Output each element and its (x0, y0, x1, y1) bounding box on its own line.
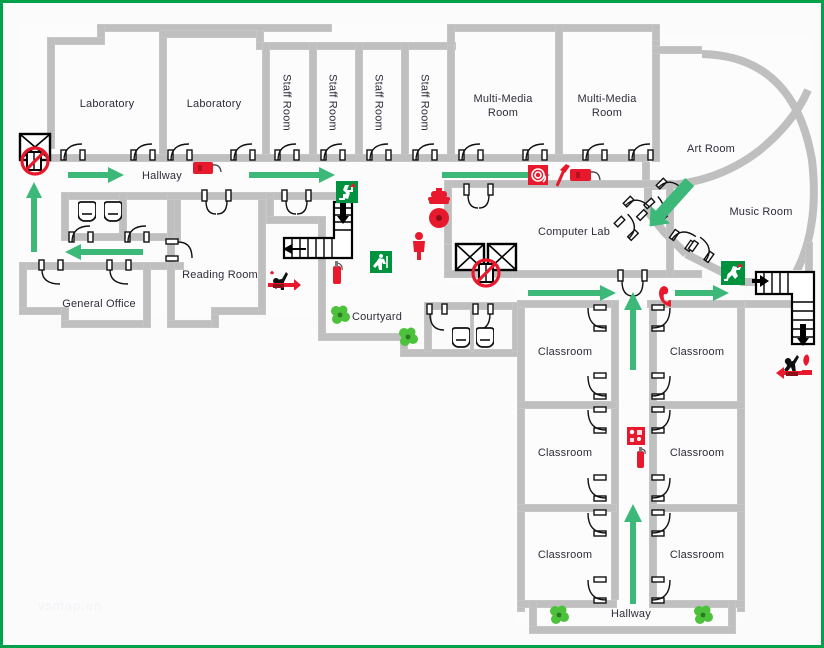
wall-staff-div-1 (262, 42, 270, 162)
evac-arrow-classroom-hall-up-1 (624, 292, 642, 370)
evac-arrow-south-hall-right-2 (675, 285, 729, 301)
wall-readingroom-right (258, 192, 266, 315)
room-label-hallway-north: Hallway (142, 170, 182, 182)
exit-sign-running-icon (370, 251, 392, 273)
emergency-telephone-small-icon (659, 286, 671, 307)
floor-plan-page: Laboratory Laboratory Staff Room Staff R… (0, 0, 824, 648)
toilet-fixture-west-1 (78, 201, 96, 222)
wall-clsrm-corridor-left (611, 300, 619, 600)
wall-courtyard-bottom-2 (400, 349, 520, 357)
room-label-staff-room-2: Staff Room (326, 74, 339, 131)
floor-plan-canvas: Laboratory Laboratory Staff Room Staff R… (4, 4, 820, 644)
fire-extinguisher-icon-classroom (637, 447, 646, 468)
wall-readingroom-top (167, 192, 357, 200)
fire-hose-reel-sign-icon (528, 165, 548, 185)
evac-arrow-hallway-north-2 (249, 167, 335, 183)
wall-south-hall-bottom (529, 626, 736, 634)
wall-lab-stepdown-left (47, 37, 105, 45)
wall-clsrm-row-div-2r (649, 504, 745, 512)
wall-mm-top (447, 24, 660, 32)
wall-office-bottom (61, 320, 151, 328)
room-label-computer-lab: Computer Lab (537, 226, 611, 238)
wall-between-labs (159, 30, 167, 160)
fire-extinguisher-cabinet-icon-lab (570, 169, 601, 181)
elevator-do-not-use-icon-west (18, 132, 52, 176)
room-label-classroom-5: Classroom (537, 549, 593, 561)
emergency-telephone-icon (428, 188, 450, 204)
stairwell-west[interactable] (282, 200, 356, 260)
evac-arrow-classroom-hall-up-2 (624, 504, 642, 604)
fire-extinguisher-icon-stairwell (333, 261, 343, 284)
wall-clsrm-row-div-2l (517, 504, 617, 512)
toilet-fixture-west-2 (104, 201, 122, 222)
exit-sign-stairs-east-icon (721, 261, 745, 285)
room-label-music-room: Music Room (729, 206, 793, 218)
wall-staff-div-5 (447, 42, 455, 162)
wall-lab2-top2 (159, 30, 264, 38)
fire-extinguisher-cabinet-icon-hall (193, 162, 222, 174)
wall-clsrm-top-left (517, 300, 615, 308)
wall-toilets-mid-div (470, 310, 474, 352)
room-label-reading-room: Reading Room (182, 269, 258, 281)
stairwell-east[interactable] (752, 268, 818, 350)
wall-readingroom-bottom-a (167, 320, 217, 328)
watermark-text: vsmap.en (38, 598, 103, 613)
room-label-classroom-6: Classroom (669, 549, 725, 561)
fire-axe-icon (555, 164, 570, 187)
evac-arrow-south-hall-right-1 (528, 285, 616, 301)
wall-staff-div-2 (309, 42, 317, 162)
room-label-multi-media-1: Multi-Media Room (473, 93, 533, 119)
room-label-art-room: Art Room (686, 143, 736, 155)
room-label-classroom-3: Classroom (537, 447, 593, 459)
room-label-hallway-south: Hallway (611, 608, 651, 620)
wall-readingroom-left (167, 192, 175, 328)
room-label-staff-room-1: Staff Room (280, 74, 293, 131)
evac-arrow-hallway-north-1 (68, 167, 124, 183)
toilet-fixture-mid-1 (452, 327, 470, 348)
room-label-laboratory-2: Laboratory (186, 98, 242, 110)
fire-exit-arrow-right-icon (268, 271, 301, 290)
room-label-classroom-1: Classroom (537, 346, 593, 358)
evac-arrow-art-wing-diagonal (641, 174, 697, 236)
wall-courtyard-bottom (318, 333, 408, 341)
wall-clsrm-row-div-1l (517, 401, 617, 409)
plant-icon-courtyard-2 (399, 327, 418, 346)
wall-office-right (143, 262, 151, 328)
wall-staff-div-4 (401, 42, 409, 162)
room-label-general-office: General Office (62, 298, 136, 310)
elevator-do-not-use-icon-mid (454, 242, 518, 288)
room-label-classroom-4: Classroom (669, 447, 725, 459)
plant-icon-courtyard-1 (331, 305, 350, 324)
wall-toilets-mid-top (424, 302, 520, 310)
wall-midcorridor-bottom (19, 262, 184, 270)
fire-equipment-sign-icon (627, 427, 645, 445)
room-label-classroom-2: Classroom (669, 346, 725, 358)
exit-sign-stairs-up-icon (336, 181, 358, 203)
wall-staff-div-3 (355, 42, 363, 162)
wall-toilet-bottom (61, 233, 181, 241)
assembly-person-icon (413, 232, 425, 260)
plant-icon-hallway-south-2 (694, 605, 713, 624)
toilet-fixture-mid-2 (476, 327, 494, 348)
wall-clsrm-row-div-1r (649, 401, 745, 409)
fire-exit-arrow-left-icon (776, 354, 812, 379)
evac-arrow-office-left (65, 244, 143, 260)
wall-hallway-north-south-edge (47, 154, 649, 162)
room-label-multi-media-2: Multi-Media Room (577, 93, 637, 119)
fire-alarm-bell-icon (429, 208, 449, 228)
room-label-staff-room-4: Staff Room (418, 74, 431, 131)
room-label-staff-room-3: Staff Room (372, 74, 385, 131)
plant-icon-hallway-south-1 (550, 605, 569, 624)
wall-mm-riser-left (447, 24, 455, 46)
evac-arrow-office-up (26, 182, 42, 252)
room-label-laboratory-1: Laboratory (79, 98, 135, 110)
